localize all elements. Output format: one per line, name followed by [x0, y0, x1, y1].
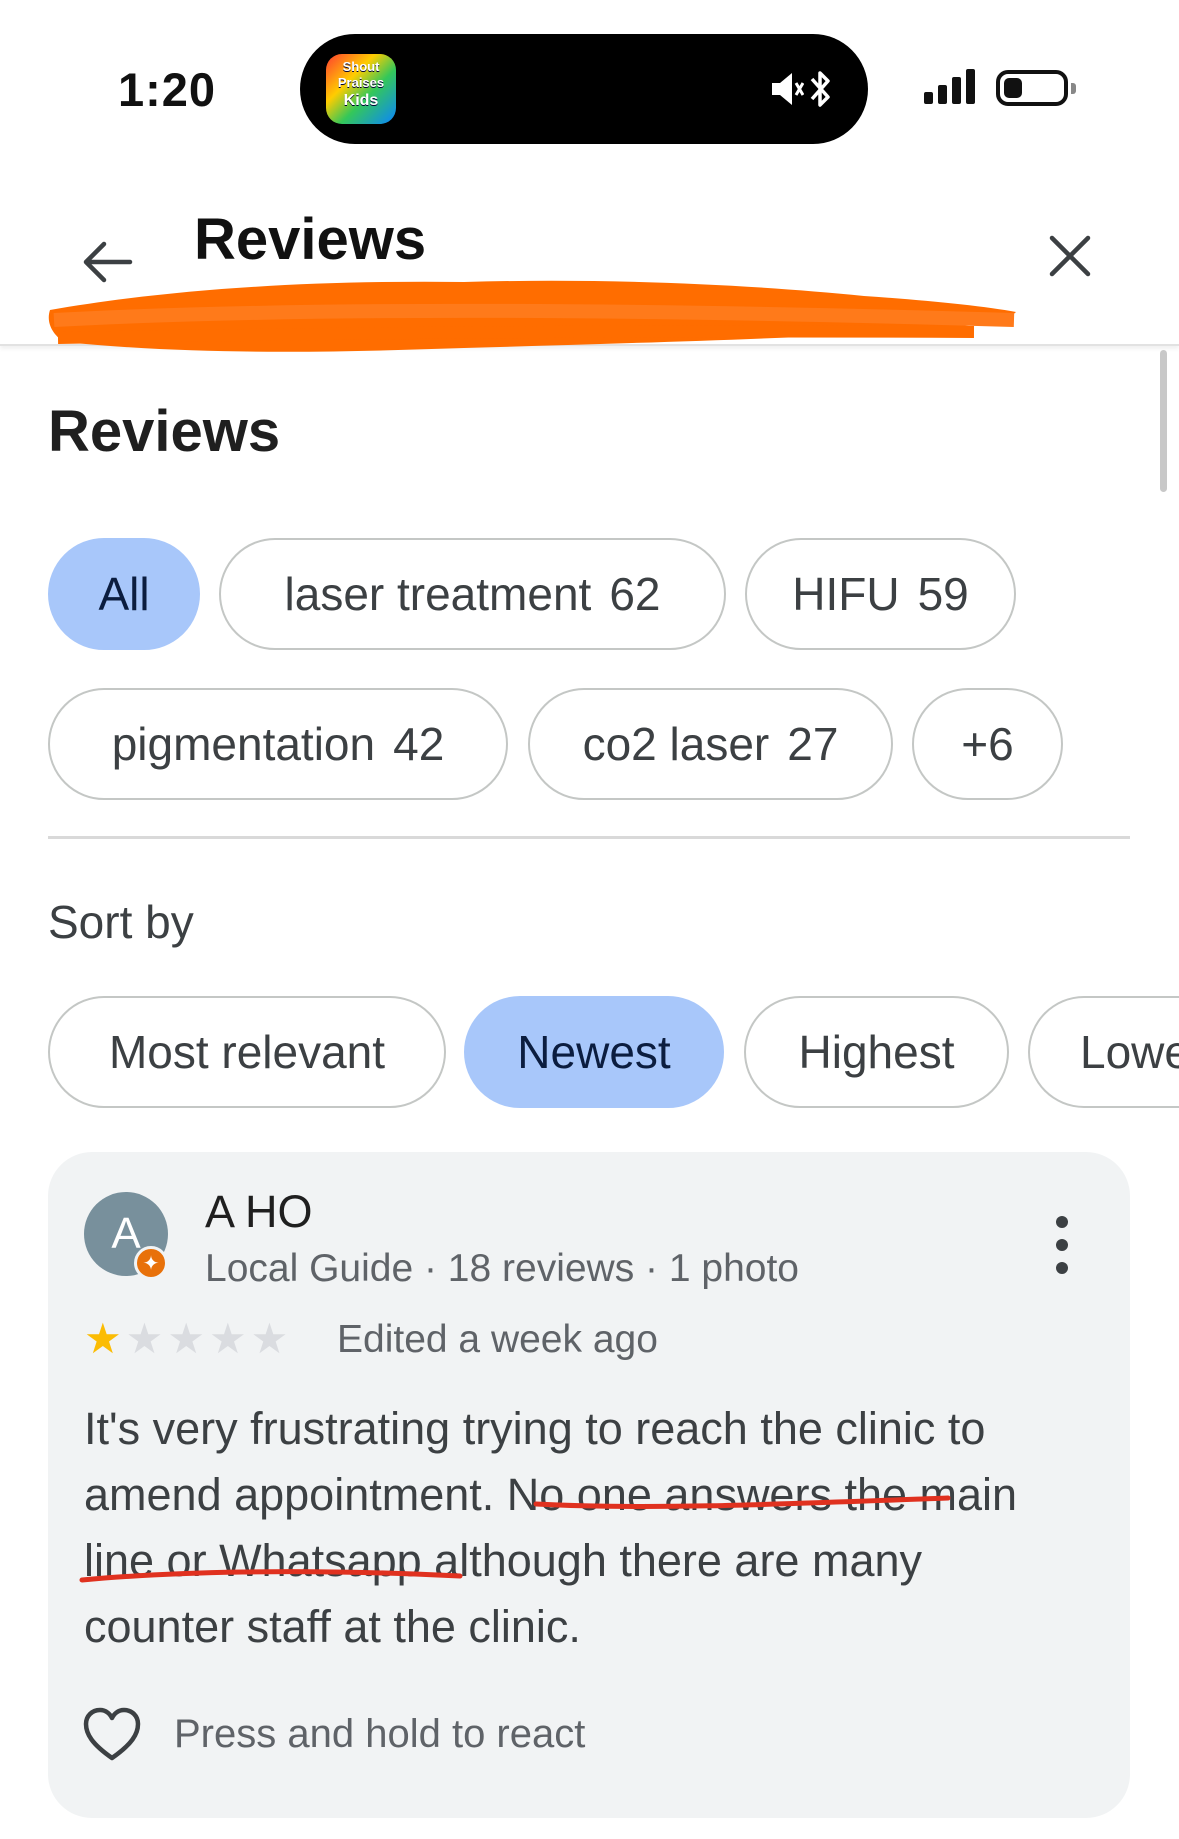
review-text-line: amend appointment. No one answers the ma… — [84, 1469, 1018, 1520]
sort-lowest[interactable]: Lowe — [1028, 996, 1179, 1108]
local-guide-badge-icon: ✦ — [134, 1246, 168, 1280]
heart-icon[interactable] — [82, 1706, 142, 1766]
close-icon[interactable] — [1040, 226, 1100, 286]
review-text-line: It's very frustrating trying to reach th… — [84, 1403, 986, 1454]
chip-hifu[interactable]: HIFU 59 — [745, 538, 1016, 650]
section-title: Reviews — [48, 399, 281, 464]
redaction-scribble — [48, 280, 1016, 352]
app-icon: Shout Praises Kids — [326, 54, 396, 124]
sort-newest[interactable]: Newest — [464, 996, 724, 1108]
header: Reviews — [0, 160, 1179, 352]
review-text: It's very frustrating trying to reach th… — [84, 1396, 1104, 1660]
edited-timestamp: Edited a week ago — [337, 1318, 658, 1361]
chip-all[interactable]: All — [48, 538, 200, 650]
status-time: 1:20 — [118, 63, 217, 116]
more-options-icon[interactable] — [1050, 1214, 1074, 1276]
react-label: Press and hold to react — [174, 1712, 586, 1756]
star-icon: ★ — [208, 1314, 247, 1363]
battery-icon — [996, 70, 1076, 106]
sort-highest[interactable]: Highest — [744, 996, 1009, 1108]
bluetooth-icon — [810, 71, 830, 107]
sort-label: Sort by — [48, 896, 194, 948]
star-icon: ★ — [167, 1314, 205, 1363]
chip-more[interactable]: +6 — [912, 688, 1063, 800]
scrollbar[interactable] — [1160, 350, 1167, 492]
reviewer-meta: Local Guide · 18 reviews · 1 photo — [205, 1247, 799, 1290]
review-card: A ✦ A HO Local Guide · 18 reviews · 1 ph… — [48, 1152, 1130, 1818]
star-icon: ★ — [84, 1314, 122, 1363]
divider — [48, 836, 1130, 839]
star-icon: ★ — [125, 1314, 164, 1363]
star-icon: ★ — [250, 1314, 289, 1363]
review-text-line: counter staff at the clinic. — [84, 1601, 581, 1652]
chip-co2-laser[interactable]: co2 laser 27 — [528, 688, 893, 800]
chip-pigmentation[interactable]: pigmentation 42 — [48, 688, 508, 800]
review-text-line: line or Whatsapp although there are many — [84, 1535, 922, 1586]
star-rating: ★ ★ ★ ★ ★ — [84, 1318, 288, 1360]
reviewer-name[interactable]: A HO — [205, 1186, 313, 1238]
sort-most-relevant[interactable]: Most relevant — [48, 996, 446, 1108]
chip-laser-treatment[interactable]: laser treatment 62 — [219, 538, 726, 650]
speaker-mute-icon — [772, 73, 804, 105]
dynamic-island: Shout Praises Kids — [300, 34, 868, 144]
signal-icon — [924, 68, 975, 104]
